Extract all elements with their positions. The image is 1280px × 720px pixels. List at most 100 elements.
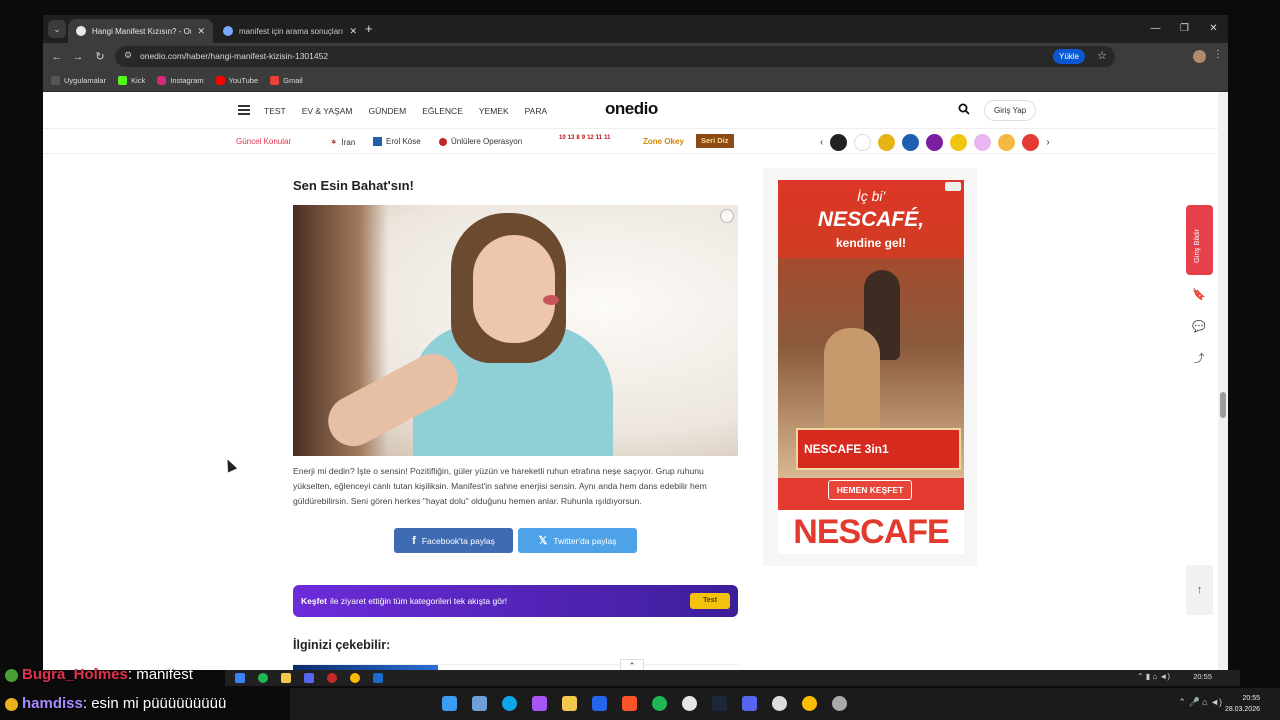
hamburger-menu-icon[interactable] bbox=[238, 105, 250, 115]
maximize-icon[interactable]: ❐ bbox=[1170, 15, 1199, 43]
kesfet-banner[interactable]: Keşfet ile ziyaret ettiğin tüm kategoril… bbox=[293, 585, 738, 617]
share-icon[interactable]: ⤴ bbox=[1191, 351, 1207, 367]
nescafe-ad[interactable]: İç bi' NESCAFÉ, kendine gel! NESCAFE 3in… bbox=[778, 180, 964, 554]
login-button[interactable]: Giriş Yap bbox=[984, 100, 1037, 121]
address-bar[interactable]: ⚙ onedio.com/haber/hangi-manifest-kizisi… bbox=[115, 46, 1115, 67]
facebook-share-button[interactable]: f Facebook'ta paylaş bbox=[394, 528, 513, 553]
tab-inactive[interactable]: manifest için arama sonuçları - ✕ bbox=[215, 19, 365, 43]
twitter-share-button[interactable]: 𝕏 Twitter'da paylaş bbox=[518, 528, 637, 553]
trend-item-erol-kose[interactable]: Erol Köse bbox=[373, 137, 421, 146]
bookmark-icon[interactable]: 🔖 bbox=[1191, 287, 1207, 303]
kesfet-text: ile ziyaret ettiğin tüm kategorileri tek… bbox=[329, 596, 508, 606]
result-title: Sen Esin Bahat'sın! bbox=[293, 178, 414, 193]
close-window-icon[interactable]: ✕ bbox=[1199, 15, 1228, 43]
trend-item-operasyon[interactable]: Ünlülere Operasyon bbox=[439, 137, 522, 146]
nav-item-test[interactable]: TEST bbox=[264, 106, 286, 116]
bookmark-kick[interactable]: Kick bbox=[118, 76, 145, 85]
red-dot-icon bbox=[439, 137, 447, 146]
bookmark-youtube[interactable]: YouTube bbox=[215, 76, 258, 85]
search-icon[interactable] bbox=[958, 103, 970, 115]
install-app-button[interactable]: Yükle bbox=[1052, 49, 1085, 64]
page-scrollbar[interactable] bbox=[1218, 92, 1228, 670]
image-expand-icon[interactable] bbox=[720, 209, 734, 223]
result-description: Enerji mi dedin? İşte o sensin! Pozitifl… bbox=[293, 466, 707, 506]
trend-item-iran[interactable]: ✶ İran bbox=[330, 137, 355, 148]
result-image bbox=[293, 205, 738, 456]
tab-close-icon[interactable]: ✕ bbox=[349, 26, 357, 37]
chip-dk-icon[interactable] bbox=[854, 134, 872, 151]
facebook-icon: f bbox=[412, 534, 416, 547]
instagram-icon bbox=[157, 76, 167, 85]
login-side-button[interactable]: Giriş Bildir bbox=[1186, 205, 1213, 275]
ad-line3: kendine gel! bbox=[835, 236, 906, 250]
trending-bar: Güncel Konular ✶ İran Erol Köse Ünlülere … bbox=[43, 128, 1218, 154]
tab-title: manifest için arama sonuçları - bbox=[239, 26, 344, 36]
nav-item-gundem[interactable]: GÜNDEM bbox=[368, 106, 406, 116]
new-tab-button[interactable]: + bbox=[365, 21, 373, 36]
kick-icon bbox=[118, 76, 128, 85]
chevron-left-icon[interactable]: ‹ bbox=[820, 137, 823, 148]
youtube-icon bbox=[215, 76, 225, 85]
zone-okey-link[interactable]: Zone Okey bbox=[643, 137, 684, 146]
main-nav: TEST EV & YAŞAM GÜNDEM EĞLENCE YEMEK PAR… bbox=[264, 106, 547, 116]
related-heading: İlginizi çekebilir: bbox=[293, 638, 391, 652]
onedio-logo[interactable]: onedio bbox=[605, 99, 658, 119]
site-header: TEST EV & YAŞAM GÜNDEM EĞLENCE YEMEK PAR… bbox=[43, 92, 1218, 128]
onedio-favicon-icon bbox=[76, 26, 86, 36]
bookmark-gmail[interactable]: Gmail bbox=[270, 76, 303, 85]
chat-message: hamdiss: esin mi püüüüüüüüü bbox=[5, 695, 226, 712]
kesfet-test-button[interactable]: Test bbox=[690, 593, 730, 609]
desktop: ⌄ Hangi Manifest Kızısın? - Oned ✕ manif… bbox=[0, 0, 1280, 720]
chrome-menu-icon[interactable]: ⋮ bbox=[1213, 49, 1223, 60]
tab-close-icon[interactable]: ✕ bbox=[197, 26, 205, 37]
chat-username: Bugra_Holmes bbox=[22, 666, 128, 683]
tab-title: Hangi Manifest Kızısın? - Oned bbox=[92, 26, 191, 36]
apps-grid-icon bbox=[51, 76, 60, 85]
toolbar: ← → ↻ ⚙ onedio.com/haber/hangi-manifest-… bbox=[43, 43, 1228, 70]
seri-diz-link[interactable]: Seri Diz bbox=[696, 134, 734, 148]
adchoices-icon[interactable] bbox=[945, 182, 961, 191]
thumbnail-icon bbox=[373, 137, 382, 146]
reload-icon[interactable]: ↻ bbox=[92, 49, 108, 65]
back-to-top-button[interactable]: ↑ bbox=[1186, 565, 1213, 615]
comment-icon[interactable]: 💬 bbox=[1191, 319, 1207, 335]
bookmark-star-icon[interactable]: ☆ bbox=[1097, 49, 1107, 62]
okey-tiles[interactable]: 10 13 8 9 12 11 11 bbox=[559, 135, 610, 141]
bookmark-apps[interactable]: Uygulamalar bbox=[51, 76, 106, 85]
chip-snowflake-icon[interactable] bbox=[902, 134, 920, 151]
chip-cloud-icon[interactable] bbox=[830, 134, 848, 151]
url-text: onedio.com/haber/hangi-manifest-kizisin-… bbox=[140, 51, 329, 61]
back-icon[interactable]: ← bbox=[49, 49, 65, 65]
chip-yellow-icon[interactable] bbox=[950, 134, 968, 151]
x-icon: 𝕏 bbox=[538, 535, 548, 547]
chat-text: : esin mi püüüüüüüüü bbox=[82, 695, 227, 712]
chat-username: hamdiss bbox=[22, 695, 83, 712]
chip-purple-icon[interactable] bbox=[926, 134, 944, 151]
sub-badge-icon bbox=[5, 668, 18, 682]
nav-item-para[interactable]: PARA bbox=[525, 106, 548, 116]
ad-line2: NESCAFÉ, bbox=[817, 208, 925, 231]
tab-active[interactable]: Hangi Manifest Kızısın? - Oned ✕ bbox=[68, 19, 213, 43]
bookmark-instagram[interactable]: Instagram bbox=[157, 76, 204, 85]
chevron-right-icon[interactable]: › bbox=[1046, 137, 1049, 148]
chip-orange-icon[interactable] bbox=[998, 134, 1016, 151]
tab-search-button[interactable]: ⌄ bbox=[48, 20, 66, 38]
profile-avatar[interactable] bbox=[1193, 50, 1206, 63]
browser-window: ⌄ Hangi Manifest Kızısın? - Oned ✕ manif… bbox=[43, 15, 1228, 670]
kesfet-bold: Keşfet bbox=[301, 596, 327, 606]
site-info-icon[interactable]: ⚙ bbox=[124, 50, 132, 61]
nav-item-yemek[interactable]: YEMEK bbox=[479, 106, 509, 116]
ad-brand: NESCAFE bbox=[778, 510, 964, 554]
trending-label: Güncel Konular bbox=[236, 137, 292, 146]
gold-badge-icon bbox=[5, 697, 18, 711]
nav-item-eglence[interactable]: EĞLENCE bbox=[422, 106, 463, 116]
minimize-icon[interactable]: — bbox=[1141, 15, 1170, 43]
ad-cta-button[interactable]: HEMEN KEŞFET bbox=[828, 480, 912, 500]
nav-item-ev-yasam[interactable]: EV & YAŞAM bbox=[302, 106, 353, 116]
ad-pack: NESCAFE 3in1 bbox=[796, 428, 961, 470]
chip-bell-icon[interactable] bbox=[878, 134, 896, 151]
forward-icon[interactable]: → bbox=[70, 49, 86, 65]
flag-icon: ✶ bbox=[330, 137, 338, 147]
chip-pink-icon[interactable] bbox=[974, 134, 992, 151]
chip-heart-icon[interactable] bbox=[1022, 134, 1040, 151]
